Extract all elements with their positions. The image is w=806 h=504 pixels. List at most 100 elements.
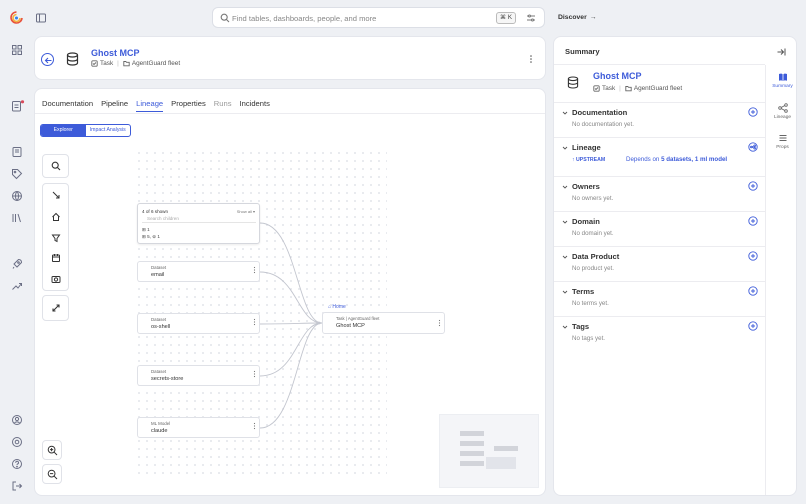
search-shortcut-badge: ⌘ K <box>496 12 516 24</box>
entity-container[interactable]: AgentGuard fleet <box>132 60 180 67</box>
panel-nav-label: Props <box>776 145 789 150</box>
node-type: Dataset <box>151 369 167 374</box>
chevron-down-icon[interactable] <box>562 254 568 260</box>
chevron-down-icon[interactable] <box>562 324 568 330</box>
children-group-node[interactable]: 4 of 6 shown Show all ▾ Search children … <box>137 203 260 244</box>
add-documentation-icon[interactable] <box>748 107 758 117</box>
user-icon[interactable] <box>11 414 23 426</box>
globe-icon[interactable] <box>11 190 23 202</box>
show-all-button[interactable]: Show all ▾ <box>237 209 255 214</box>
help-icon[interactable] <box>11 458 23 470</box>
lineage-node[interactable]: Dataset secrets-store <box>137 365 260 386</box>
meta-separator: | <box>619 85 621 92</box>
book-open-icon <box>778 72 788 82</box>
list-icon <box>778 133 788 143</box>
lineage-minimap[interactable] <box>439 414 539 488</box>
discover-label: Discover <box>558 14 587 21</box>
add-product-icon[interactable] <box>748 251 758 261</box>
close-panel-icon[interactable] <box>776 47 786 57</box>
entity-header: Ghost MCP Task | AgentGuard fleet <box>34 36 546 80</box>
center-lineage-node[interactable]: Task | AgentGuard fleet Ghost MCP <box>322 312 445 334</box>
panel-nav-props[interactable]: Props <box>766 133 796 150</box>
back-button[interactable] <box>41 53 54 66</box>
chevron-down-icon[interactable] <box>562 219 568 225</box>
chevron-down-icon[interactable] <box>562 184 568 190</box>
home-grid-icon[interactable] <box>11 44 23 56</box>
sidebar-toggle-icon[interactable] <box>35 12 47 24</box>
lineage-node[interactable]: Dataset os-shell <box>137 313 260 334</box>
home-node-label: ⌂ Home <box>328 304 346 310</box>
rocket-icon[interactable] <box>11 258 23 270</box>
node-menu-icon[interactable] <box>253 266 256 274</box>
section-empty-text: No terms yet. <box>572 300 609 307</box>
add-owner-icon[interactable] <box>748 181 758 191</box>
add-tag-icon[interactable] <box>748 321 758 331</box>
lineage-graph-icon[interactable] <box>748 142 758 152</box>
panel-nav-lineage[interactable]: Lineage <box>766 103 796 120</box>
logout-icon[interactable] <box>11 480 23 492</box>
home-icon: ⌂ <box>328 304 332 310</box>
section-title[interactable]: Data Product <box>572 252 619 261</box>
section-title[interactable]: Tags <box>572 322 589 331</box>
panel-nav: Summary Lineage Props <box>765 65 796 495</box>
lineage-node[interactable]: ML Model claude <box>137 417 260 438</box>
node-name: secrets-store <box>151 376 184 382</box>
group-row-2-value-a: 5 <box>147 234 150 239</box>
app-logo[interactable] <box>10 11 23 25</box>
tag-icon[interactable] <box>11 168 23 180</box>
home-label-text: Home <box>332 304 346 310</box>
section-title[interactable]: Domain <box>572 217 600 226</box>
section-owners: Owners No owners yet. <box>554 176 765 211</box>
more-options-icon[interactable] <box>528 54 534 64</box>
section-title[interactable]: Lineage <box>572 143 601 152</box>
section-data-product: Data Product No product yet. <box>554 246 765 281</box>
panel-nav-label: Summary <box>772 84 793 89</box>
zoom-out-icon <box>47 469 58 480</box>
node-menu-icon[interactable] <box>253 370 256 378</box>
filter-sliders-icon[interactable] <box>526 13 536 23</box>
add-term-icon[interactable] <box>748 286 758 296</box>
section-title[interactable]: Terms <box>572 287 594 296</box>
section-lineage: Lineage ↑ UPSTREAM Depends on 5 datasets… <box>554 137 765 176</box>
lineage-node[interactable]: Dataset email <box>137 261 260 282</box>
upstream-text: UPSTREAM <box>576 157 606 163</box>
trend-icon[interactable] <box>11 280 23 292</box>
node-type: Dataset <box>151 317 167 322</box>
folder-icon <box>123 60 130 67</box>
entity-meta: Task | AgentGuard fleet <box>91 60 180 67</box>
section-title[interactable]: Owners <box>572 182 600 191</box>
section-title[interactable]: Documentation <box>572 108 627 117</box>
chevron-down-icon[interactable] <box>562 289 568 295</box>
panel-entity-container[interactable]: AgentGuard fleet <box>634 85 682 92</box>
group-row-2: ⊞ 5, ⊚ 1 <box>142 234 160 239</box>
add-domain-icon[interactable] <box>748 216 758 226</box>
meta-separator: | <box>117 60 119 67</box>
settings-icon[interactable] <box>11 436 23 448</box>
node-menu-icon[interactable] <box>253 422 256 430</box>
search-input[interactable]: Find tables, dashboards, people, and mor… <box>232 14 376 23</box>
library-icon[interactable] <box>11 212 23 224</box>
section-empty-text: No owners yet. <box>572 195 614 202</box>
section-documentation: Documentation No documentation yet. <box>554 102 765 137</box>
section-tags: Tags No tags yet. <box>554 316 765 351</box>
chevron-down-icon[interactable] <box>562 145 568 151</box>
group-row-1: ⊞ 1 <box>142 227 150 232</box>
global-search[interactable]: Find tables, dashboards, people, and mor… <box>212 7 545 28</box>
node-menu-icon[interactable] <box>438 319 441 327</box>
panel-nav-summary[interactable]: Summary <box>766 72 796 89</box>
section-empty-text: No domain yet. <box>572 230 614 237</box>
upstream-label: ↑ UPSTREAM <box>572 157 606 163</box>
tasks-icon[interactable] <box>11 100 25 112</box>
center-node-container: AgentGuard fleet <box>347 316 380 321</box>
panel-entity-title[interactable]: Ghost MCP <box>593 71 642 81</box>
lineage-dependency-summary[interactable]: Depends on 5 datasets, 1 ml model <box>626 156 727 163</box>
discover-link[interactable]: Discover → <box>558 14 597 21</box>
book-icon[interactable] <box>11 146 23 158</box>
search-children-input[interactable]: Search children <box>142 215 256 223</box>
zoom-in-button[interactable] <box>42 440 62 460</box>
zoom-out-button[interactable] <box>42 464 62 484</box>
center-node-name: Ghost MCP <box>336 323 365 329</box>
node-menu-icon[interactable] <box>253 318 256 326</box>
chevron-down-icon[interactable] <box>562 110 568 116</box>
node-name: os-shell <box>151 324 171 330</box>
